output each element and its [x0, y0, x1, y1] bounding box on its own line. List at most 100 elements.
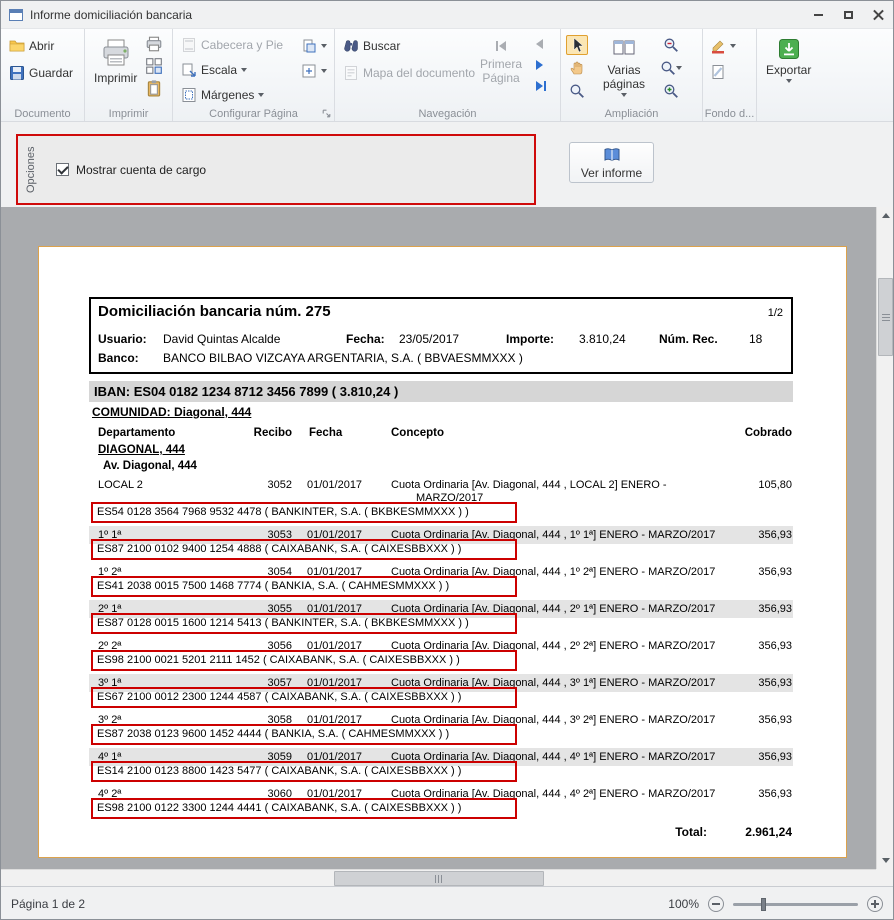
export-label: Exportar	[766, 63, 811, 77]
importe-value: 3.810,24	[579, 332, 626, 346]
hand-tool-button[interactable]	[566, 58, 588, 78]
table-header-row: Departamento Recibo Fecha Concepto Cobra…	[89, 427, 793, 444]
chevron-down-icon	[241, 68, 247, 72]
window-controls	[803, 1, 893, 28]
scale-button[interactable]: Escala	[178, 60, 295, 79]
zoom-out-button[interactable]	[660, 35, 682, 55]
ribbon-toolbar: Abrir Guardar Documento Imprimir Imprimi…	[1, 29, 893, 122]
watermark-button[interactable]	[708, 61, 738, 82]
table-row: 4º 2ª 3060 01/01/2017 Cuota Ordinaria [A…	[89, 785, 793, 819]
search-button[interactable]: Buscar	[340, 35, 468, 56]
zoom-in-button[interactable]	[660, 81, 682, 101]
print-button[interactable]: Imprimir	[90, 35, 141, 105]
minimize-button[interactable]	[803, 1, 833, 28]
maximize-button[interactable]	[833, 1, 863, 28]
next-page-button[interactable]	[534, 56, 548, 74]
hand-icon	[569, 60, 585, 76]
last-page-button[interactable]	[534, 77, 548, 95]
background-color-button[interactable]	[708, 35, 738, 56]
save-button[interactable]: Guardar	[6, 62, 76, 83]
table-row: 4º 1ª 3059 01/01/2017 Cuota Ordinaria [A…	[89, 748, 793, 782]
row-fecha: 01/01/2017	[307, 479, 362, 492]
copies-clipboard-icon[interactable]	[145, 79, 163, 97]
horizontal-scrollbar[interactable]	[1, 869, 876, 886]
subgroup-heading: Av. Diagonal, 444	[103, 460, 793, 476]
chevron-down-icon	[676, 66, 682, 70]
print-button-label: Imprimir	[94, 71, 137, 85]
group-label-fondo: Fondo d...	[703, 108, 756, 120]
row-cuenta: ES54 0128 3564 7968 9532 4478 ( BANKINTE…	[97, 506, 469, 518]
row-cuenta: ES87 2038 0123 9600 1452 4444 ( BANKIA, …	[97, 728, 449, 740]
zoom-controls: 100%	[668, 896, 883, 912]
open-button[interactable]: Abrir	[6, 35, 76, 56]
document-map-button[interactable]: Mapa del documento	[340, 62, 468, 83]
close-button[interactable]	[863, 1, 893, 28]
view-report-button[interactable]: Ver informe	[569, 142, 654, 183]
row-cobrado: 356,93	[712, 751, 792, 764]
multiple-pages-icon	[612, 37, 636, 61]
charge-account-highlight-box: ES87 2038 0123 9600 1452 4444 ( BANKIA, …	[91, 724, 517, 745]
zoom-out-icon	[663, 37, 679, 53]
group-heading: DIAGONAL, 444	[98, 444, 793, 460]
view-report-label: Ver informe	[581, 166, 642, 180]
export-button[interactable]: Exportar	[762, 35, 815, 105]
margins-icon	[181, 87, 197, 103]
paper-size-button[interactable]	[299, 60, 329, 81]
header-footer-button[interactable]: Cabecera y Pie	[178, 35, 295, 54]
iban-bar: IBAN: ES04 0182 1234 8712 3456 7899 ( 3.…	[89, 381, 793, 402]
banco-value: BANCO BILBAO VIZCAYA ARGENTARIA, S.A. ( …	[163, 351, 523, 365]
vertical-scrollbar[interactable]	[876, 207, 893, 869]
pointer-icon	[569, 37, 585, 53]
next-page-icon	[536, 60, 543, 70]
zoom-level-button[interactable]	[660, 58, 682, 78]
previous-page-icon	[536, 39, 543, 49]
header-footer-label: Cabecera y Pie	[201, 38, 283, 52]
chevron-down-icon	[786, 79, 792, 83]
row-recibo: 3052	[234, 479, 292, 492]
quick-print-icon[interactable]	[145, 35, 163, 53]
print-grid-icon[interactable]	[145, 57, 163, 75]
show-account-checkbox[interactable]	[56, 163, 69, 176]
row-cuenta: ES98 2100 0021 5201 2111 1452 ( CAIXABAN…	[97, 654, 460, 666]
header-footer-icon	[181, 37, 197, 53]
margins-button[interactable]: Márgenes	[178, 86, 295, 105]
charge-account-highlight-box: ES87 2100 0102 9400 1254 4888 ( CAIXABAN…	[91, 539, 517, 560]
multiple-pages-button[interactable]: Varias páginas	[592, 35, 656, 105]
zoom-out-slider-button[interactable]	[708, 896, 724, 912]
pointer-tool-button[interactable]	[566, 35, 588, 55]
report-rows: LOCAL 2 3052 01/01/2017 Cuota Ordinaria …	[89, 476, 793, 819]
header-concepto: Concepto	[391, 427, 444, 439]
horizontal-scroll-thumb[interactable]	[334, 871, 544, 886]
document-map-label: Mapa del documento	[363, 66, 475, 80]
group-label-navegacion: Navegación	[335, 108, 560, 120]
show-account-checkbox-label[interactable]: Mostrar cuenta de cargo	[76, 163, 206, 177]
orientation-button[interactable]	[299, 35, 329, 56]
header-fecha: Fecha	[309, 427, 342, 439]
vertical-scroll-thumb[interactable]	[878, 278, 893, 356]
charge-account-highlight-box: ES41 2038 0015 7500 1468 7774 ( BANKIA, …	[91, 576, 517, 597]
row-cobrado: 356,93	[712, 677, 792, 690]
row-cuenta: ES14 2100 0123 8800 1423 5477 ( CAIXABAN…	[97, 765, 461, 777]
maximize-icon	[844, 11, 853, 19]
first-page-button[interactable]: Primera Página	[472, 35, 530, 105]
chevron-down-icon	[321, 69, 327, 73]
report-title: Domiciliación bancaria núm. 275	[98, 303, 331, 320]
zoom-slider-thumb[interactable]	[761, 898, 766, 911]
last-page-icon	[536, 81, 543, 91]
export-icon	[777, 37, 801, 61]
magnifier-tool-button[interactable]	[566, 81, 588, 101]
search-label: Buscar	[363, 39, 400, 53]
zoom-level-icon	[660, 60, 676, 76]
charge-account-highlight-box: ES54 0128 3564 7968 9532 4478 ( BANKINTE…	[91, 502, 517, 523]
previous-page-button[interactable]	[534, 35, 548, 53]
report-page[interactable]: Domiciliación bancaria núm. 275 1/2 Usua…	[38, 246, 847, 858]
report-table: Departamento Recibo Fecha Concepto Cobra…	[89, 427, 793, 839]
zoom-in-slider-button[interactable]	[867, 896, 883, 912]
total-row: Total: 2.961,24	[89, 825, 793, 839]
scroll-up-button[interactable]	[877, 207, 893, 224]
ribbon-group-imprimir: Imprimir Imprimir	[85, 29, 173, 121]
scroll-down-button[interactable]	[877, 852, 893, 869]
row-cobrado: 105,80	[712, 479, 792, 492]
zoom-slider[interactable]	[733, 903, 858, 906]
preview-area: Domiciliación bancaria núm. 275 1/2 Usua…	[1, 207, 893, 886]
